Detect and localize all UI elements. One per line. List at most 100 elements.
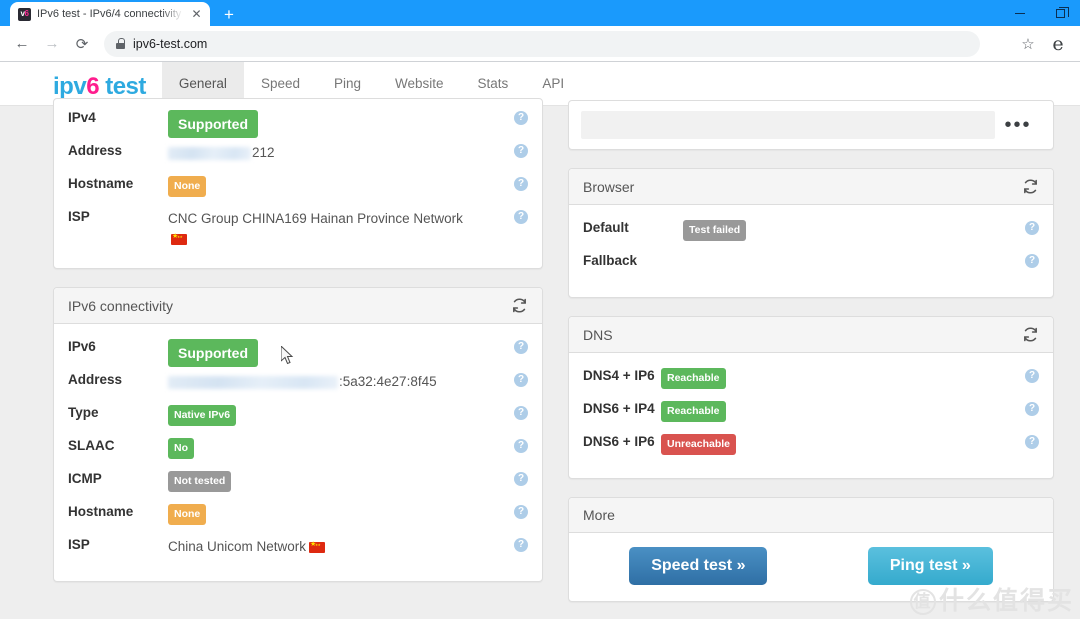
browser-panel: Browser Default Test failed ? Fallback ? <box>568 168 1054 298</box>
help-button[interactable]: ? <box>508 435 528 453</box>
row-value: 212 <box>168 140 508 163</box>
help-icon: ? <box>514 373 528 387</box>
favicon-six-text: 6 <box>24 9 29 18</box>
row-label: ICMP <box>68 471 102 486</box>
help-icon: ? <box>514 111 528 125</box>
refresh-icon[interactable] <box>511 297 528 314</box>
refresh-icon[interactable] <box>1022 326 1039 343</box>
url-text: ipv6-test.com <box>133 36 208 51</box>
help-button[interactable]: ? <box>1019 365 1039 383</box>
isp-name: CNC Group CHINA169 Hainan Province Netwo… <box>168 211 463 226</box>
toolbar-right-actions: ☆ e <box>1014 30 1072 58</box>
help-button[interactable]: ? <box>1019 217 1039 235</box>
help-button[interactable]: ? <box>1019 398 1039 416</box>
status-badge: No <box>168 438 194 459</box>
new-tab-button[interactable]: + <box>216 2 242 26</box>
help-icon: ? <box>514 406 528 420</box>
page-content: IPv4 Supported ? Address 212 ? Hostname … <box>0 98 1080 619</box>
table-row: DNS6 + IP4 Reachable ? <box>583 398 1039 431</box>
panel-title: More <box>583 507 615 523</box>
browser-toolbar: ← → ⟳ ipv6-test.com ☆ e <box>0 26 1080 62</box>
table-row: IPv4 Supported ? <box>68 107 528 140</box>
help-icon: ? <box>514 505 528 519</box>
help-button[interactable]: ? <box>508 107 528 125</box>
status-badge: Reachable <box>661 401 726 422</box>
table-row: Default Test failed ? <box>583 217 1039 250</box>
browser-tab[interactable]: v6 IPv6 test - IPv6/4 connectivity an ✕ <box>10 2 210 26</box>
table-row: Fallback ? <box>583 250 1039 283</box>
close-icon[interactable]: ✕ <box>189 7 204 22</box>
help-button[interactable]: ? <box>508 369 528 387</box>
help-icon: ? <box>514 340 528 354</box>
help-button[interactable]: ? <box>508 173 528 191</box>
mouse-cursor <box>281 346 294 365</box>
address-bar[interactable]: ipv6-test.com <box>104 30 980 57</box>
row-value: Test failed <box>683 217 1019 241</box>
logo-six: 6 <box>86 73 100 100</box>
row-label: Address <box>68 372 123 387</box>
refresh-icon[interactable] <box>1022 178 1039 195</box>
help-button[interactable]: ? <box>508 140 528 158</box>
row-value: Supported <box>168 107 508 139</box>
maximize-button[interactable] <box>1040 0 1080 26</box>
logo-suffix: test <box>99 73 146 100</box>
bookmark-star-icon[interactable]: ☆ <box>1014 30 1042 58</box>
help-icon: ? <box>1025 221 1039 235</box>
row-value: Reachable <box>661 365 1019 389</box>
panel-header: Browser <box>569 169 1053 205</box>
row-label: SLAAC <box>68 438 115 453</box>
row-value: CNC Group CHINA169 Hainan Province Netwo… <box>168 206 508 248</box>
panel-body: DNS4 + IP6 Reachable ? DNS6 + IP4 Reacha… <box>569 353 1053 478</box>
row-value: Unreachable <box>661 431 1019 455</box>
help-button[interactable]: ? <box>1019 431 1039 449</box>
help-button[interactable]: ? <box>508 336 528 354</box>
row-label: DNS6 + IP4 <box>583 401 655 416</box>
back-button[interactable]: ← <box>8 30 36 58</box>
row-value: None <box>168 173 508 197</box>
panel-body: IPv6 Supported ? Address :5a32:4e27:8f45… <box>54 324 542 581</box>
overflow-menu-icon[interactable]: ••• <box>995 115 1041 135</box>
table-row: IPv6 Supported ? <box>68 336 528 369</box>
reload-button[interactable]: ⟳ <box>68 30 96 58</box>
row-value: :5a32:4e27:8f45 <box>168 369 508 392</box>
panel-header: DNS <box>569 317 1053 353</box>
row-value: Not tested <box>168 468 508 492</box>
help-button[interactable]: ? <box>508 468 528 486</box>
status-badge: Native IPv6 <box>168 405 237 426</box>
left-column: IPv4 Supported ? Address 212 ? Hostname … <box>53 98 543 598</box>
status-badge: Unreachable <box>661 434 737 455</box>
china-flag-icon <box>309 539 326 553</box>
ad-placeholder-panel: ••• <box>568 100 1054 150</box>
extension-icon[interactable]: e <box>1044 30 1072 58</box>
row-value: Reachable <box>661 398 1019 422</box>
table-row: ICMP Not tested ? <box>68 468 528 501</box>
help-button[interactable]: ? <box>508 402 528 420</box>
help-icon: ? <box>514 472 528 486</box>
minimize-icon <box>1015 12 1025 14</box>
row-label: Hostname <box>68 176 134 191</box>
help-button[interactable]: ? <box>508 534 528 552</box>
table-row: DNS6 + IP6 Unreachable ? <box>583 431 1039 464</box>
tab-title: IPv6 test - IPv6/4 connectivity an <box>37 8 183 20</box>
help-button[interactable]: ? <box>508 206 528 224</box>
status-badge: Supported <box>168 339 258 368</box>
speed-test-button[interactable]: Speed test » <box>629 547 768 585</box>
ping-test-button[interactable]: Ping test » <box>867 547 993 585</box>
lock-icon <box>116 38 125 49</box>
table-row: Hostname None ? <box>68 501 528 534</box>
help-icon: ? <box>514 177 528 191</box>
forward-button[interactable]: → <box>38 30 66 58</box>
panel-title: DNS <box>583 326 613 343</box>
minimize-button[interactable] <box>1000 0 1040 26</box>
help-icon: ? <box>514 144 528 158</box>
panel-title: IPv6 connectivity <box>68 297 174 314</box>
table-row: Address :5a32:4e27:8f45 ? <box>68 369 528 402</box>
row-value: None <box>168 501 508 525</box>
table-row: DNS4 + IP6 Reachable ? <box>583 365 1039 398</box>
help-button[interactable]: ? <box>508 501 528 519</box>
help-icon: ? <box>1025 369 1039 383</box>
row-label: Default <box>583 220 629 235</box>
maximize-icon <box>1055 6 1069 18</box>
status-badge: Not tested <box>168 471 232 492</box>
help-button[interactable]: ? <box>1019 250 1039 268</box>
